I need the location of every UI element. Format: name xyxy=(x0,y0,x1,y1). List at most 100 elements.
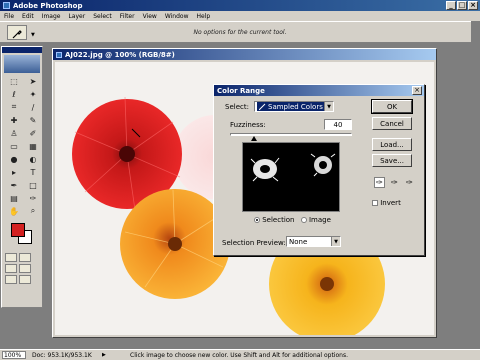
save-button[interactable]: Save... xyxy=(372,154,412,167)
shape-tool-icon[interactable]: □ xyxy=(24,179,42,191)
options-bar: ▼ No options for the current tool. xyxy=(0,21,480,43)
maximize-button[interactable]: □ xyxy=(457,1,467,10)
blur-tool-icon[interactable]: ● xyxy=(5,153,23,165)
eyedropper-icon xyxy=(259,103,266,110)
menu-bar: File Edit Image Layer Select Filter View… xyxy=(0,11,480,21)
selection-mask-preview xyxy=(250,153,336,182)
ok-button[interactable]: OK xyxy=(371,99,413,114)
eraser-tool-icon[interactable]: ▭ xyxy=(5,140,23,152)
screen-mode-row xyxy=(5,264,39,273)
clone-stamp-tool-icon[interactable]: ♙ xyxy=(5,127,23,139)
status-bar: 100% Doc: 953.1K/953.1K ▶ Click image to… xyxy=(0,349,480,360)
selection-preview-label: Selection Preview: xyxy=(222,239,286,247)
selection-radio-label: Selection xyxy=(262,216,295,224)
menu-window[interactable]: Window xyxy=(165,13,189,20)
menu-view[interactable]: View xyxy=(143,13,157,20)
fuzziness-slider[interactable] xyxy=(230,133,352,136)
invert-checkbox[interactable] xyxy=(372,200,378,206)
menu-filter[interactable]: Filter xyxy=(120,13,135,20)
menu-help[interactable]: Help xyxy=(197,13,211,20)
invert-label: Invert xyxy=(380,199,401,207)
selection-preview-value: None xyxy=(289,237,308,246)
select-dropdown[interactable]: Sampled Colors ▼ xyxy=(254,101,334,112)
invert-option: Invert xyxy=(372,199,401,207)
menu-file[interactable]: File xyxy=(4,13,14,20)
pen-tool-icon[interactable]: ✒ xyxy=(5,179,23,191)
zoom-field[interactable]: 100% xyxy=(2,351,26,359)
slice-tool-icon[interactable]: ∕ xyxy=(24,101,42,113)
fuzziness-label: Fuzziness: xyxy=(230,121,266,129)
healing-brush-tool-icon[interactable]: ✚ xyxy=(5,114,23,126)
image-radio-label: Image xyxy=(308,216,331,224)
path-selection-tool-icon[interactable]: ▸ xyxy=(5,166,23,178)
adobe-online-button[interactable] xyxy=(4,55,40,73)
foreground-color-swatch[interactable] xyxy=(11,223,25,237)
fuzziness-slider-thumb[interactable] xyxy=(251,136,258,141)
fuzziness-input[interactable]: 40 xyxy=(324,119,352,130)
marquee-tool-icon[interactable]: ⬚ xyxy=(5,75,23,87)
crop-tool-icon[interactable]: ⌗ xyxy=(5,101,23,113)
zoom-tool-icon[interactable]: ⌕ xyxy=(24,205,42,217)
eyedropper-tool-icon[interactable]: ✑ xyxy=(24,192,42,204)
workspace-edge xyxy=(471,21,480,349)
dialog-close-button[interactable]: × xyxy=(412,86,422,95)
notes-tool-icon[interactable]: ▤ xyxy=(5,192,23,204)
select-label: Select: xyxy=(225,103,249,111)
close-button[interactable]: × xyxy=(468,1,478,10)
chevron-down-icon: ▼ xyxy=(331,237,340,246)
full-screen-mode-button[interactable] xyxy=(5,275,17,284)
selection-preview-dropdown[interactable]: None ▼ xyxy=(286,236,341,247)
mask-mode-row xyxy=(5,253,39,262)
history-brush-tool-icon[interactable]: ✐ xyxy=(24,127,42,139)
eyedropper-plus-icon[interactable]: ✑ xyxy=(389,177,400,188)
menu-image[interactable]: Image xyxy=(42,13,61,20)
select-value-highlight: Sampled Colors xyxy=(257,102,325,111)
menu-layer[interactable]: Layer xyxy=(68,13,85,20)
color-range-dialog: Color Range × Select: Sampled Colors ▼ F… xyxy=(213,84,425,256)
app-title: Adobe Photoshop xyxy=(13,1,83,10)
menu-select[interactable]: Select xyxy=(93,13,112,20)
full-screen-menu-mode-button[interactable] xyxy=(19,264,31,273)
tool-grid: ⬚ ➤ ℓ ✦ ⌗ ∕ ✚ ✎ ♙ ✐ ▭ ▦ ● ◐ ▸ T ✒ □ ▤ ✑ … xyxy=(5,75,39,217)
magic-wand-tool-icon[interactable]: ✦ xyxy=(24,88,42,100)
document-title-bar: AJ022.jpg @ 100% (RGB/8#) xyxy=(53,49,436,60)
selection-radio[interactable] xyxy=(254,217,260,223)
status-hint: Click image to choose new color. Use Shi… xyxy=(130,351,349,359)
dialog-title: Color Range xyxy=(217,86,265,95)
toolbox-header xyxy=(2,47,42,53)
brush-tool-icon[interactable]: ✎ xyxy=(24,114,42,126)
document-icon xyxy=(56,51,62,58)
eyedropper-icon[interactable]: ✑ xyxy=(374,177,385,188)
chevron-right-icon[interactable]: ▶ xyxy=(102,352,110,358)
move-tool-icon[interactable]: ➤ xyxy=(24,75,42,87)
options-message: No options for the current tool. xyxy=(193,29,287,36)
eyedropper-minus-icon[interactable]: ✑ xyxy=(404,177,415,188)
toolbox: ⬚ ➤ ℓ ✦ ⌗ ∕ ✚ ✎ ♙ ✐ ▭ ▦ ● ◐ ▸ T ✒ □ ▤ ✑ … xyxy=(1,46,43,308)
cancel-button[interactable]: Cancel xyxy=(372,117,412,130)
standard-screen-mode-button[interactable] xyxy=(5,264,17,273)
quick-mask-mode-button[interactable] xyxy=(19,253,31,262)
chevron-down-icon: ▼ xyxy=(324,102,333,111)
lasso-tool-icon[interactable]: ℓ xyxy=(5,88,23,100)
image-radio[interactable] xyxy=(300,217,307,223)
load-button[interactable]: Load... xyxy=(372,138,412,151)
select-value: Sampled Colors xyxy=(268,102,323,111)
minimize-button[interactable]: _ xyxy=(446,1,456,10)
standard-mode-button[interactable] xyxy=(5,253,17,262)
app-title-bar: Adobe Photoshop _ □ × xyxy=(0,0,480,11)
imageready-row xyxy=(5,275,39,284)
menu-edit[interactable]: Edit xyxy=(22,13,34,20)
view-radio-group: Selection Image xyxy=(254,216,331,224)
dialog-title-bar: Color Range xyxy=(214,85,424,96)
document-title: AJ022.jpg @ 100% (RGB/8#) xyxy=(65,50,175,59)
type-tool-icon[interactable]: T xyxy=(24,166,42,178)
dodge-tool-icon[interactable]: ◐ xyxy=(24,153,42,165)
color-swatches xyxy=(5,221,39,249)
selection-preview-image[interactable] xyxy=(242,142,340,212)
hand-tool-icon[interactable]: ✋ xyxy=(5,205,23,217)
gradient-tool-icon[interactable]: ▦ xyxy=(24,140,42,152)
window-controls: _ □ × xyxy=(446,1,478,10)
jump-to-imageready-button[interactable] xyxy=(19,275,31,284)
photoshop-icon xyxy=(3,2,10,9)
doc-info[interactable]: Doc: 953.1K/953.1K xyxy=(32,352,102,359)
